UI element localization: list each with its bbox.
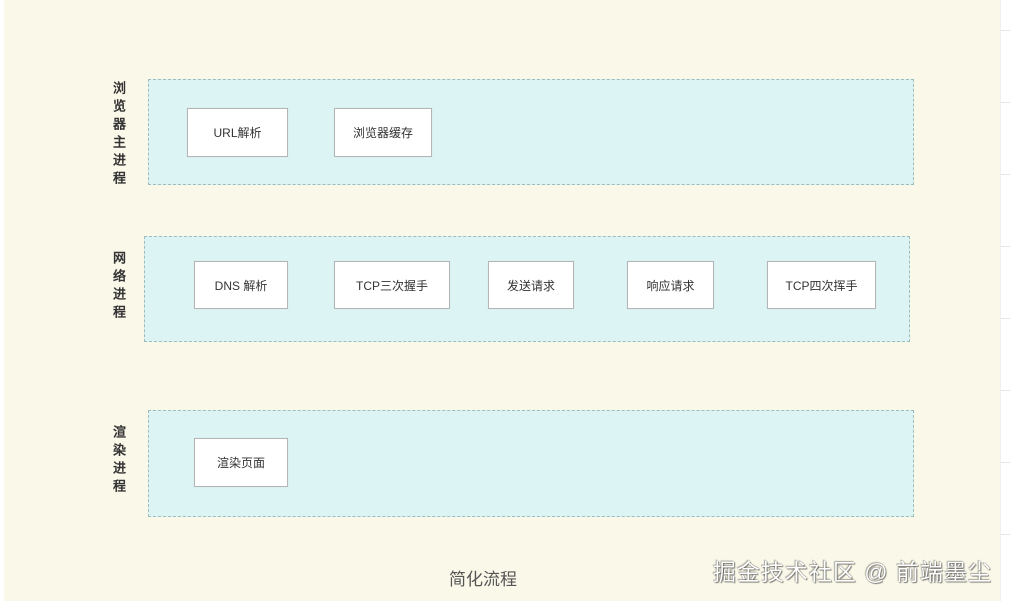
step-browser-cache: 浏览器缓存 <box>334 108 432 157</box>
diagram-caption: 简化流程 <box>449 570 517 589</box>
step-tcp-handshake: TCP三次握手 <box>334 261 450 309</box>
lane-label-network-process: 网络进程 <box>111 251 126 323</box>
page-margin-strip <box>1000 0 1010 601</box>
lane-label-browser-main-process: 浏览器主进程 <box>111 81 126 189</box>
lane-label-render-process: 渲染进程 <box>111 425 126 497</box>
step-tcp-four-way-close: TCP四次挥手 <box>767 261 876 309</box>
step-render-page: 渲染页面 <box>194 438 288 487</box>
watermark: 掘金技术社区 @ 前端墨尘 <box>712 559 992 585</box>
step-url-parse: URL解析 <box>187 108 288 157</box>
step-response: 响应请求 <box>627 261 714 309</box>
step-send-request: 发送请求 <box>488 261 574 309</box>
step-dns-resolve: DNS 解析 <box>194 261 288 309</box>
